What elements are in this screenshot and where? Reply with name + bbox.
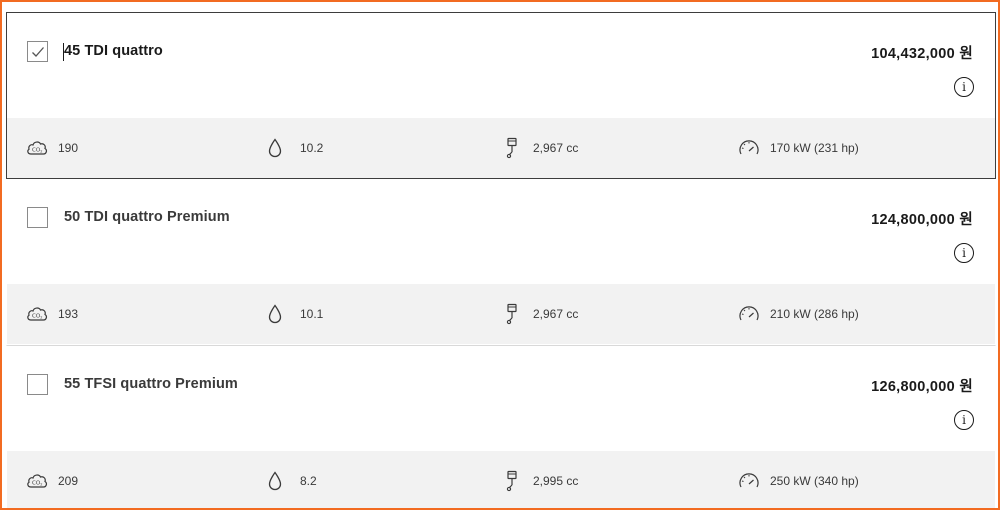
co2-cloud-icon: CO 2: [26, 137, 48, 159]
model-name[interactable]: 50 TDI quattro Premium: [64, 209, 230, 225]
model-checkbox[interactable]: [27, 207, 48, 228]
co2-cloud-icon: CO 2: [26, 303, 48, 325]
model-card-header: 50 TDI quattro Premium 124,800,000 원 i: [7, 179, 995, 284]
model-card[interactable]: 55 TFSI quattro Premium 126,800,000 원 i …: [6, 345, 996, 508]
model-card[interactable]: 50 TDI quattro Premium 124,800,000 원 i C…: [6, 179, 996, 345]
fuel-drop-icon: [264, 137, 286, 159]
model-name[interactable]: 45 TDI quattro: [64, 43, 163, 59]
co2-value: 190: [58, 141, 79, 155]
speedometer-icon: [738, 470, 760, 492]
spec-displacement: 2,967 cc: [501, 284, 578, 344]
spec-power: 170 kW (231 hp): [738, 118, 859, 178]
model-selection-frame: 45 TDI quattro 104,432,000 원 i CO 2 190 1…: [0, 0, 1000, 510]
engine-piston-icon: [501, 303, 523, 325]
speedometer-icon: [738, 137, 760, 159]
fuel-drop-icon: [264, 303, 286, 325]
model-specs: CO 2 209 8.2 2,995 cc 250 kW (340 hp): [7, 451, 995, 508]
spec-fuel: 8.2: [264, 451, 317, 508]
model-specs: CO 2 190 10.2 2,967 cc 170 kW (231 hp): [7, 118, 995, 178]
displacement-value: 2,967 cc: [533, 141, 579, 155]
fuel-drop-icon: [264, 470, 286, 492]
svg-text:2: 2: [40, 483, 42, 487]
fuel-value: 8.2: [300, 474, 317, 488]
info-icon[interactable]: i: [954, 410, 974, 430]
displacement-value: 2,967 cc: [533, 307, 579, 321]
spec-power: 250 kW (340 hp): [738, 451, 859, 508]
co2-value: 209: [58, 474, 79, 488]
co2-value: 193: [58, 307, 79, 321]
model-checkbox[interactable]: [27, 374, 48, 395]
spec-co2: CO 2 190: [26, 118, 78, 178]
info-icon[interactable]: i: [954, 243, 974, 263]
speedometer-icon: [738, 303, 760, 325]
model-list: 45 TDI quattro 104,432,000 원 i CO 2 190 1…: [6, 12, 996, 508]
power-value: 250 kW (340 hp): [770, 474, 859, 488]
model-card-header: 45 TDI quattro 104,432,000 원 i: [7, 13, 995, 118]
model-price: 124,800,000 원: [871, 212, 973, 228]
spec-power: 210 kW (286 hp): [738, 284, 859, 344]
displacement-value: 2,995 cc: [533, 474, 579, 488]
spec-fuel: 10.2: [264, 118, 323, 178]
engine-piston-icon: [501, 470, 523, 492]
model-card[interactable]: 45 TDI quattro 104,432,000 원 i CO 2 190 1…: [6, 12, 996, 179]
spec-fuel: 10.1: [264, 284, 323, 344]
model-specs: CO 2 193 10.1 2,967 cc 210 kW (286 hp): [7, 284, 995, 344]
spec-co2: CO 2 209: [26, 451, 79, 508]
co2-cloud-icon: CO 2: [26, 470, 48, 492]
spec-displacement: 2,967 cc: [501, 118, 578, 178]
svg-text:2: 2: [40, 316, 42, 320]
model-price: 104,432,000 원: [871, 46, 973, 62]
spec-co2: CO 2 193: [26, 284, 78, 344]
model-card-header: 55 TFSI quattro Premium 126,800,000 원 i: [7, 346, 995, 451]
power-value: 170 kW (231 hp): [770, 141, 859, 155]
spec-displacement: 2,995 cc: [501, 451, 579, 508]
model-price: 126,800,000 원: [871, 379, 973, 395]
model-name[interactable]: 55 TFSI quattro Premium: [64, 376, 238, 392]
power-value: 210 kW (286 hp): [770, 307, 859, 321]
info-icon[interactable]: i: [954, 77, 974, 97]
fuel-value: 10.1: [300, 307, 324, 321]
svg-text:2: 2: [40, 150, 42, 154]
checkmark-icon: [31, 46, 44, 57]
engine-piston-icon: [501, 137, 523, 159]
model-checkbox[interactable]: [27, 41, 48, 62]
fuel-value: 10.2: [300, 141, 324, 155]
